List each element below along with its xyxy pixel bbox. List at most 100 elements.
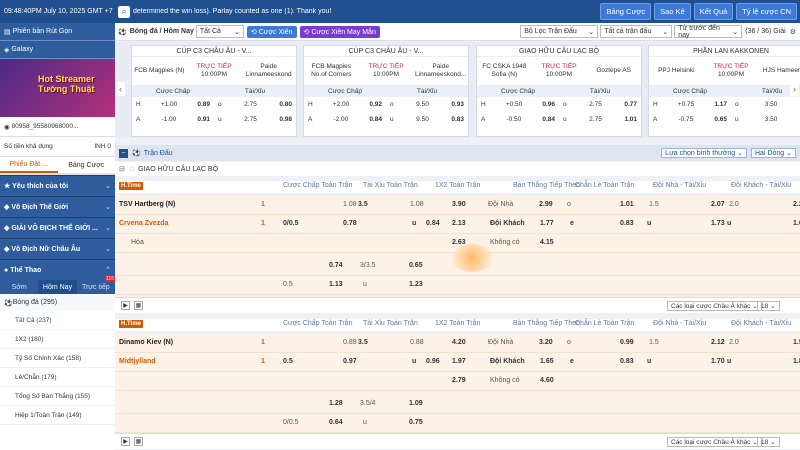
- odds-cell[interactable]: H +1.00 0.89: [132, 101, 214, 108]
- odds-value[interactable]: 0.75: [409, 419, 423, 426]
- odds-value[interactable]: Đội Nhà: [488, 201, 513, 208]
- odds-value[interactable]: 3.5: [358, 339, 368, 346]
- chevron-left-icon[interactable]: ‹: [116, 82, 125, 96]
- search-icon[interactable]: ⌕: [118, 5, 130, 18]
- odds-value[interactable]: 4.60: [540, 377, 554, 384]
- odds-cell[interactable]: A -2.00 0.84: [304, 116, 386, 123]
- odds-value[interactable]: 0.96: [426, 358, 440, 365]
- tab-betslip[interactable]: Phiếu Đặt ...: [0, 157, 58, 173]
- odds-value[interactable]: 2.0: [729, 339, 739, 346]
- odds-value[interactable]: 1.09: [409, 400, 423, 407]
- odds-cell[interactable]: H +0.50 0.96: [477, 101, 559, 108]
- market-odd-even[interactable]: Lẻ/Chẵn (179): [0, 368, 115, 387]
- more-markets-count[interactable]: 18 ⌄: [757, 301, 780, 311]
- odds-value[interactable]: 1.65: [540, 358, 554, 365]
- odds-value[interactable]: 0.97: [343, 358, 357, 365]
- statement-button[interactable]: Sao Kê: [654, 3, 691, 20]
- market-correct-score[interactable]: Tỷ Số Chính Xác (158): [0, 349, 115, 368]
- sidebar-women-euro[interactable]: ◆ Vô Địch Nữ Châu Âu ⌄: [0, 238, 115, 259]
- odds-value[interactable]: u: [412, 220, 416, 227]
- odds-value[interactable]: 1.88: [793, 358, 800, 365]
- odds-cell[interactable]: u 2.75 0.98: [214, 116, 296, 123]
- odds-cell[interactable]: H +0.75 1.17: [649, 101, 731, 108]
- featured-card[interactable]: CÚP C3 CHÂU ÂU - V... FCB Magpies No.of …: [303, 45, 469, 137]
- collapse-icon[interactable]: −: [119, 148, 128, 158]
- market-1x2[interactable]: 1X2 (180): [0, 330, 115, 349]
- promo-banner[interactable]: Hot Streamer Tướng Thuật: [0, 59, 115, 117]
- odds-cell[interactable]: u3.500.: [731, 116, 800, 123]
- odds-value[interactable]: 2.79: [452, 377, 466, 384]
- results-button[interactable]: Kết Quả: [693, 3, 734, 20]
- odds-value[interactable]: 1.5: [649, 201, 659, 208]
- market-all[interactable]: Tất Cả (237): [0, 311, 115, 330]
- star-icon[interactable]: ☆: [129, 165, 135, 173]
- odds-cell[interactable]: A -0.75 0.65: [649, 116, 731, 123]
- parlay-button[interactable]: ⟲ Cược Xiên: [246, 25, 297, 38]
- odds-cell[interactable]: o3.500.: [731, 101, 800, 108]
- odds-value[interactable]: 1.5: [649, 339, 659, 346]
- play-icon[interactable]: ▶: [121, 437, 130, 446]
- stats-icon[interactable]: ▦: [134, 437, 143, 446]
- odds-value[interactable]: 0.64: [329, 419, 343, 426]
- odds-value[interactable]: 0.83: [620, 220, 634, 227]
- play-icon[interactable]: ▶: [121, 301, 130, 310]
- odds-value[interactable]: u: [647, 358, 651, 365]
- odds-value[interactable]: 1.73: [711, 220, 725, 227]
- market-ht-ft[interactable]: Hiệp 1/Toàn Trận (149): [0, 406, 115, 425]
- lucky-parlay-button[interactable]: ⟲ Cược Xiên May Mắn: [299, 25, 380, 38]
- sidebar-favorites[interactable]: ★ Yêu thích của tôi ⌄: [0, 175, 115, 196]
- odds-value[interactable]: 0.83: [620, 358, 634, 365]
- market-select[interactable]: Tất Cả ⌄: [195, 25, 244, 38]
- featured-card[interactable]: GIAO HỮU CÂU LẠC BỘ FC CSKA 1948 Sofia (…: [476, 45, 642, 137]
- odds-value[interactable]: 0.99: [620, 339, 634, 346]
- odds-value[interactable]: 2.0: [729, 201, 739, 208]
- compact-version-link[interactable]: ▤ Phiên bản Rút Gọn: [0, 23, 115, 41]
- collapse-icon[interactable]: ⊟: [119, 165, 125, 173]
- odds-value[interactable]: 0.74: [329, 262, 343, 269]
- sidebar-world-championship[interactable]: ◆ GIẢI VÔ ĐỊCH THẾ GIỚI ... ⌄: [0, 217, 115, 238]
- odds-value[interactable]: 0/0.5: [283, 220, 299, 227]
- odds-value[interactable]: 1.13: [329, 281, 343, 288]
- odds-value[interactable]: Đội Khách: [490, 358, 525, 365]
- odds-value[interactable]: 4.20: [452, 339, 466, 346]
- odds-value[interactable]: o: [567, 339, 571, 346]
- odds-value[interactable]: Đội Khách: [490, 220, 525, 227]
- odds-cell[interactable]: u 2.75 1.01: [559, 116, 641, 123]
- odds-value[interactable]: 0.5: [283, 358, 293, 365]
- bet-list-button[interactable]: Bảng Cược: [600, 3, 652, 20]
- more-markets-count[interactable]: 18 ⌄: [757, 437, 780, 447]
- lines-select[interactable]: Hai Dòng ⌄: [751, 148, 796, 158]
- odds-cell[interactable]: A -0.50 0.84: [477, 116, 559, 123]
- odds-value[interactable]: 3.20: [539, 339, 553, 346]
- odds-value[interactable]: 1.97: [452, 358, 466, 365]
- odds-value[interactable]: e: [570, 220, 574, 227]
- odds-value[interactable]: 4.15: [540, 239, 554, 246]
- odds-value[interactable]: 1.08: [410, 201, 424, 208]
- market-total-goals[interactable]: Tổng Số Bàn Thắng (155): [0, 387, 115, 406]
- odds-value[interactable]: u: [412, 358, 416, 365]
- odds-cell[interactable]: A -1.00 0.91: [132, 116, 214, 123]
- stats-icon[interactable]: ▦: [134, 301, 143, 310]
- odds-value[interactable]: u: [727, 358, 731, 365]
- odds-type-button[interactable]: Tỷ lệ cược CN: [736, 3, 797, 20]
- odds-value[interactable]: 0.65: [409, 262, 423, 269]
- odds-cell[interactable]: H +2.00 0.92: [304, 101, 386, 108]
- odds-value[interactable]: 3.90: [452, 201, 466, 208]
- odds-value[interactable]: 1.28: [329, 400, 343, 407]
- odds-value[interactable]: 0.78: [343, 220, 357, 227]
- odds-value[interactable]: e: [570, 358, 574, 365]
- odds-cell[interactable]: o 2.75 0.77: [559, 101, 641, 108]
- odds-cell[interactable]: u 9.50 0.83: [386, 116, 468, 123]
- league-header[interactable]: ⊟ ☆ GIAO HỮU CÂU LẠC BỘ: [115, 162, 800, 176]
- odds-value[interactable]: 2.22: [793, 201, 800, 208]
- odds-value[interactable]: 0.88: [410, 339, 424, 346]
- featured-card[interactable]: CÚP C3 CHÂU ÂU - V... FCB Magpies (N) TR…: [131, 45, 297, 137]
- galaxy-link[interactable]: ◈ Galaxy: [0, 41, 115, 59]
- odds-value[interactable]: 1.08: [343, 201, 357, 208]
- all-matches-select[interactable]: Tất cả trận đấu ⌄: [600, 25, 673, 38]
- more-markets-select[interactable]: Các loại cược Châu Á khác ⌄: [667, 301, 762, 311]
- sport-football[interactable]: ⚽ Bóng đá (295): [0, 294, 115, 311]
- featured-card[interactable]: PHẦN LAN KAKKONEN PPJ Helsinki TRỰC TIẾP…: [648, 45, 800, 137]
- more-markets-select[interactable]: Các loại cược Châu Á khác ⌄: [667, 437, 762, 447]
- sidebar-sports[interactable]: ● Thể Thao ⌃: [0, 259, 115, 280]
